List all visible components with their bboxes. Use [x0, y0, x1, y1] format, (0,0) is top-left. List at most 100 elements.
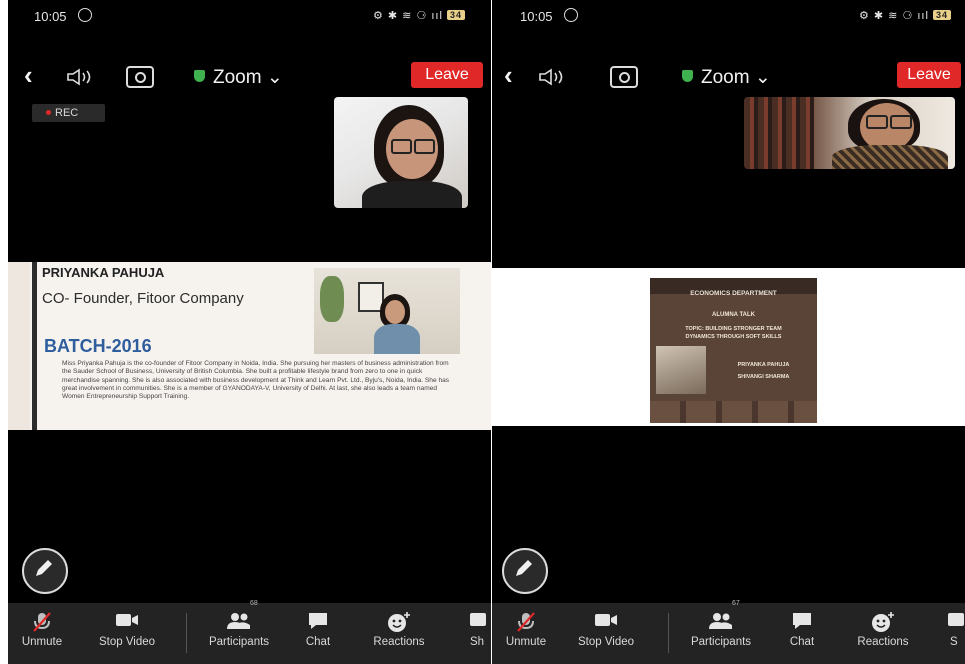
slide-side-band — [8, 262, 30, 430]
participants-count: 68 — [250, 600, 258, 607]
event-poster: ECONOMICS DEPARTMENT ALUMNA TALK TOPIC: … — [650, 278, 817, 423]
back-chevron-icon[interactable]: ‹ — [24, 62, 33, 88]
status-icons-text: ⚙ ✱ ≋ ⚆ ııl — [858, 10, 929, 22]
meeting-toolbar: Unmute Stop Video 68 Participants Chat R… — [8, 600, 491, 664]
annotate-pen-button[interactable] — [22, 548, 68, 594]
photo-person-face — [385, 300, 405, 324]
speaker-bio: Miss Priyanka Pahuja is the co-founder o… — [62, 360, 450, 401]
participants-button[interactable]: 68 Participants — [196, 600, 282, 664]
reactions-label: Reactions — [857, 636, 909, 648]
annotate-pen-button[interactable] — [502, 548, 548, 594]
video-thumbnail[interactable] — [744, 97, 955, 169]
whatsapp-icon — [78, 8, 92, 22]
chat-label: Chat — [789, 636, 815, 648]
share-screen-icon — [948, 613, 964, 626]
meeting-top-bar: ‹ Zoom ⌄ Leave — [492, 60, 965, 94]
pencil-icon — [36, 560, 52, 576]
speaker-role: CO- Founder, Fitoor Company — [42, 290, 244, 307]
video-camera-icon — [595, 614, 617, 626]
stop-video-label: Stop Video — [577, 636, 635, 648]
switch-camera-icon[interactable] — [126, 66, 154, 88]
stop-video-button[interactable]: Stop Video — [568, 603, 644, 664]
status-time: 10:05 — [520, 9, 553, 24]
poster-speaker-1: PRIYANKA PAHUJA — [737, 362, 790, 368]
meeting-top-bar: ‹ Zoom ⌄ Leave — [8, 60, 491, 94]
person-glasses — [414, 139, 435, 154]
person-body — [832, 145, 948, 169]
poster-speaker-2: SHIVANGI SHARMA — [737, 374, 790, 380]
poster-talk: ALUMNA TALK — [712, 312, 755, 318]
share-button[interactable]: Sh — [464, 603, 491, 664]
chat-button[interactable]: Chat — [298, 603, 338, 664]
speaker-photo — [314, 268, 460, 354]
person-body — [362, 181, 462, 208]
zoom-screen-left: 10:05 ⚙ ✱ ≋ ⚆ ııl 34 ‹ Zoom ⌄ Leave REC … — [8, 0, 491, 664]
poster-footer — [650, 401, 817, 423]
slide-divider — [32, 262, 37, 430]
switch-camera-icon[interactable] — [610, 66, 638, 88]
person-glasses — [391, 139, 412, 154]
meeting-title: Zoom ⌄ — [701, 67, 771, 88]
photo-plant — [320, 276, 344, 322]
microphone-muted-icon — [517, 612, 535, 632]
share-button[interactable]: S — [944, 603, 965, 664]
chat-label: Chat — [305, 636, 331, 648]
meeting-toolbar: Unmute Stop Video 67 Participants Chat R… — [492, 600, 965, 664]
meeting-title: Zoom ⌄ — [213, 67, 283, 88]
toolbar-separator — [186, 613, 187, 653]
unmute-button[interactable]: Unmute — [10, 603, 74, 664]
stop-video-label: Stop Video — [98, 636, 156, 648]
toolbar-separator — [668, 613, 669, 653]
poster-photo — [656, 346, 706, 394]
shield-icon — [194, 70, 205, 82]
rec-dot-icon — [46, 110, 51, 115]
pencil-icon — [516, 560, 532, 576]
status-time: 10:05 — [34, 9, 67, 24]
speaker-batch: BATCH-2016 — [44, 336, 152, 356]
rec-label: REC — [55, 107, 79, 119]
reactions-smiley-icon — [388, 612, 410, 632]
meeting-info-button[interactable]: Zoom ⌄ — [682, 66, 771, 89]
poster-topic-1: TOPIC: BUILDING STRONGER TEAM — [685, 326, 782, 332]
video-thumbnail[interactable] — [334, 97, 468, 208]
status-bar: 10:05 ⚙ ✱ ≋ ⚆ ııl 34 — [492, 0, 965, 32]
shield-icon — [682, 70, 693, 82]
chat-bubble-icon — [309, 613, 327, 629]
reactions-smiley-icon — [872, 612, 894, 632]
participants-label: Participants — [208, 636, 270, 648]
participants-label: Participants — [690, 636, 752, 648]
participants-icon — [709, 613, 732, 629]
leave-button[interactable]: Leave — [897, 62, 961, 88]
share-screen-icon — [470, 613, 486, 626]
participants-button[interactable]: 67 Participants — [678, 600, 764, 664]
poster-topic-2: DYNAMICS THROUGH SOFT SKILLS — [685, 334, 782, 340]
shared-screen: PRIYANKA PAHUJA CO- Founder, Fitoor Comp… — [8, 262, 491, 430]
photo-person-body — [374, 324, 420, 354]
person-glasses — [866, 115, 888, 129]
participants-count: 67 — [732, 600, 740, 607]
video-camera-icon — [116, 614, 138, 626]
reactions-button[interactable]: Reactions — [848, 603, 918, 664]
reactions-button[interactable]: Reactions — [364, 603, 434, 664]
shared-screen: ECONOMICS DEPARTMENT ALUMNA TALK TOPIC: … — [492, 268, 965, 426]
speaker-icon[interactable] — [538, 68, 568, 86]
back-chevron-icon[interactable]: ‹ — [504, 62, 513, 88]
speaker-name: PRIYANKA PAHUJA — [42, 265, 165, 280]
zoom-screen-right: 10:05 ⚙ ✱ ≋ ⚆ ııl 34 ‹ Zoom ⌄ Leave ECON… — [492, 0, 965, 664]
status-icons: ⚙ ✱ ≋ ⚆ ııl 34 — [373, 9, 465, 22]
share-label: Sh — [470, 636, 485, 648]
battery-icon: 34 — [446, 10, 465, 20]
meeting-info-button[interactable]: Zoom ⌄ — [194, 66, 283, 89]
status-icons: ⚙ ✱ ≋ ⚆ ııl 34 — [859, 9, 951, 22]
stop-video-button[interactable]: Stop Video — [88, 603, 166, 664]
unmute-label: Unmute — [505, 636, 547, 648]
chat-button[interactable]: Chat — [782, 603, 822, 664]
recording-badge: REC — [32, 104, 105, 122]
unmute-button[interactable]: Unmute — [496, 603, 556, 664]
share-label: S — [950, 636, 958, 648]
status-bar: 10:05 ⚙ ✱ ≋ ⚆ ııl 34 — [8, 0, 491, 32]
leave-button[interactable]: Leave — [411, 62, 483, 88]
speaker-icon[interactable] — [66, 68, 96, 86]
battery-icon: 34 — [932, 10, 951, 20]
unmute-label: Unmute — [21, 636, 63, 648]
